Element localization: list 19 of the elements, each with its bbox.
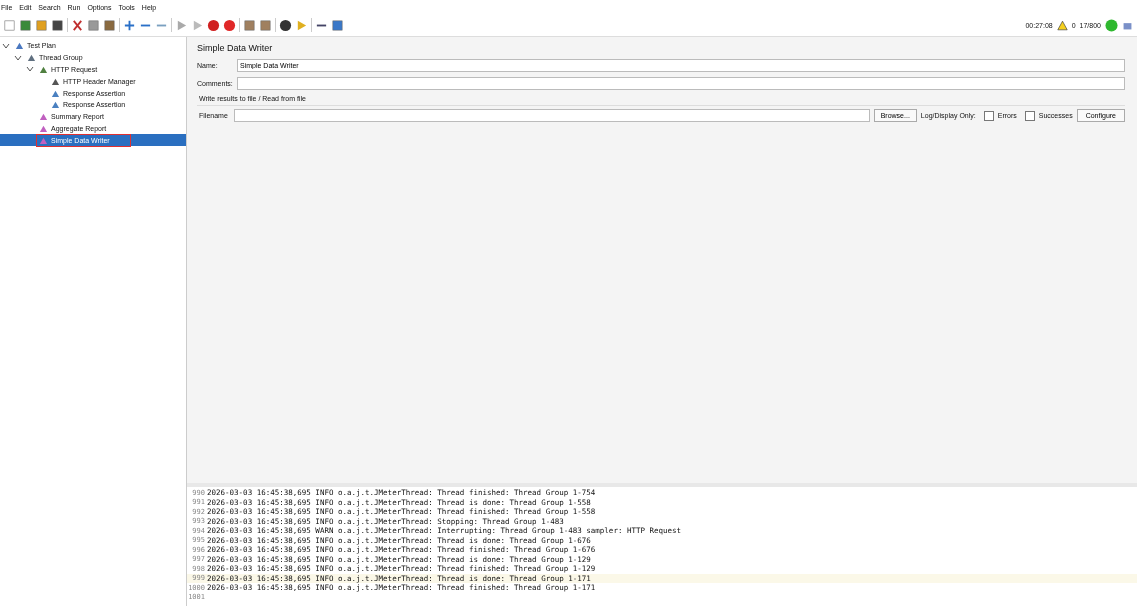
comments-field[interactable] xyxy=(237,77,1125,90)
node-icon xyxy=(39,112,48,122)
node-icon xyxy=(15,41,24,51)
successes-checkbox[interactable] xyxy=(1024,110,1035,121)
caret-icon[interactable] xyxy=(26,65,34,74)
caret-icon[interactable] xyxy=(14,53,22,62)
node-icon xyxy=(39,65,48,74)
node-icon xyxy=(27,53,36,63)
node-icon xyxy=(39,135,48,145)
errors-checkbox[interactable] xyxy=(983,110,994,121)
warning-icon xyxy=(1056,19,1068,31)
filename-field[interactable] xyxy=(234,109,870,122)
node-icon xyxy=(51,100,60,110)
node-icon xyxy=(51,88,60,98)
caret-icon[interactable] xyxy=(2,41,10,50)
plus-icon[interactable] xyxy=(123,18,136,32)
node-icon xyxy=(51,76,60,86)
panel-title: Simple Data Writer xyxy=(197,42,274,55)
cut-icon[interactable] xyxy=(71,18,84,32)
